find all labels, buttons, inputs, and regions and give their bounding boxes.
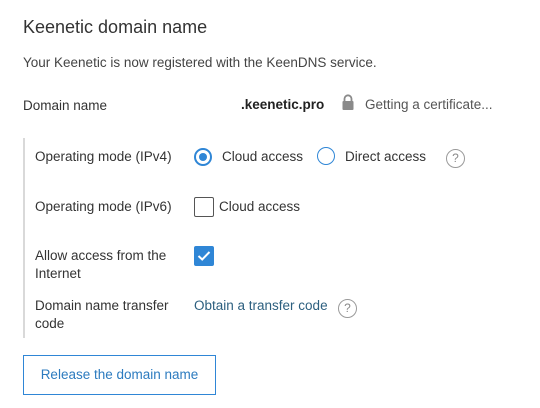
internet-access-label: Allow access from the Internet: [35, 247, 166, 283]
radio-direct-access[interactable]: [317, 147, 335, 165]
transfer-code-label-line1: Domain name transfer: [35, 298, 169, 313]
ipv6-mode-label: Operating mode (IPv6): [35, 199, 172, 214]
ipv6-cloud-access-label[interactable]: Cloud access: [219, 199, 300, 214]
release-domain-button[interactable]: Release the domain name: [23, 355, 216, 395]
radio-cloud-access-label[interactable]: Cloud access: [222, 149, 303, 164]
domain-name-value: .keenetic.pro: [241, 97, 325, 112]
internet-access-checkbox[interactable]: [194, 246, 214, 266]
checkmark-icon: [197, 251, 211, 261]
ipv4-help-icon[interactable]: ?: [446, 149, 465, 168]
radio-cloud-access[interactable]: [194, 148, 212, 166]
page-subtitle: Your Keenetic is now registered with the…: [23, 55, 377, 70]
transfer-code-label: Domain name transfer code: [35, 297, 169, 333]
radio-direct-access-label[interactable]: Direct access: [345, 149, 426, 164]
page-title: Keenetic domain name: [23, 17, 208, 37]
domain-name-label: Domain name: [23, 98, 108, 113]
obtain-transfer-code-link[interactable]: Obtain a transfer code: [194, 298, 328, 313]
transfer-help-icon[interactable]: ?: [338, 299, 357, 318]
certificate-status: Getting a certificate...: [365, 97, 493, 112]
internet-access-label-line2: Internet: [35, 266, 81, 281]
ipv4-mode-label: Operating mode (IPv4): [35, 149, 172, 164]
transfer-code-label-line2: code: [35, 316, 65, 331]
settings-section-divider: [23, 138, 25, 338]
internet-access-label-line1: Allow access from the: [35, 248, 167, 263]
lock-icon: [341, 94, 355, 111]
ipv6-cloud-access-checkbox[interactable]: [194, 197, 214, 217]
